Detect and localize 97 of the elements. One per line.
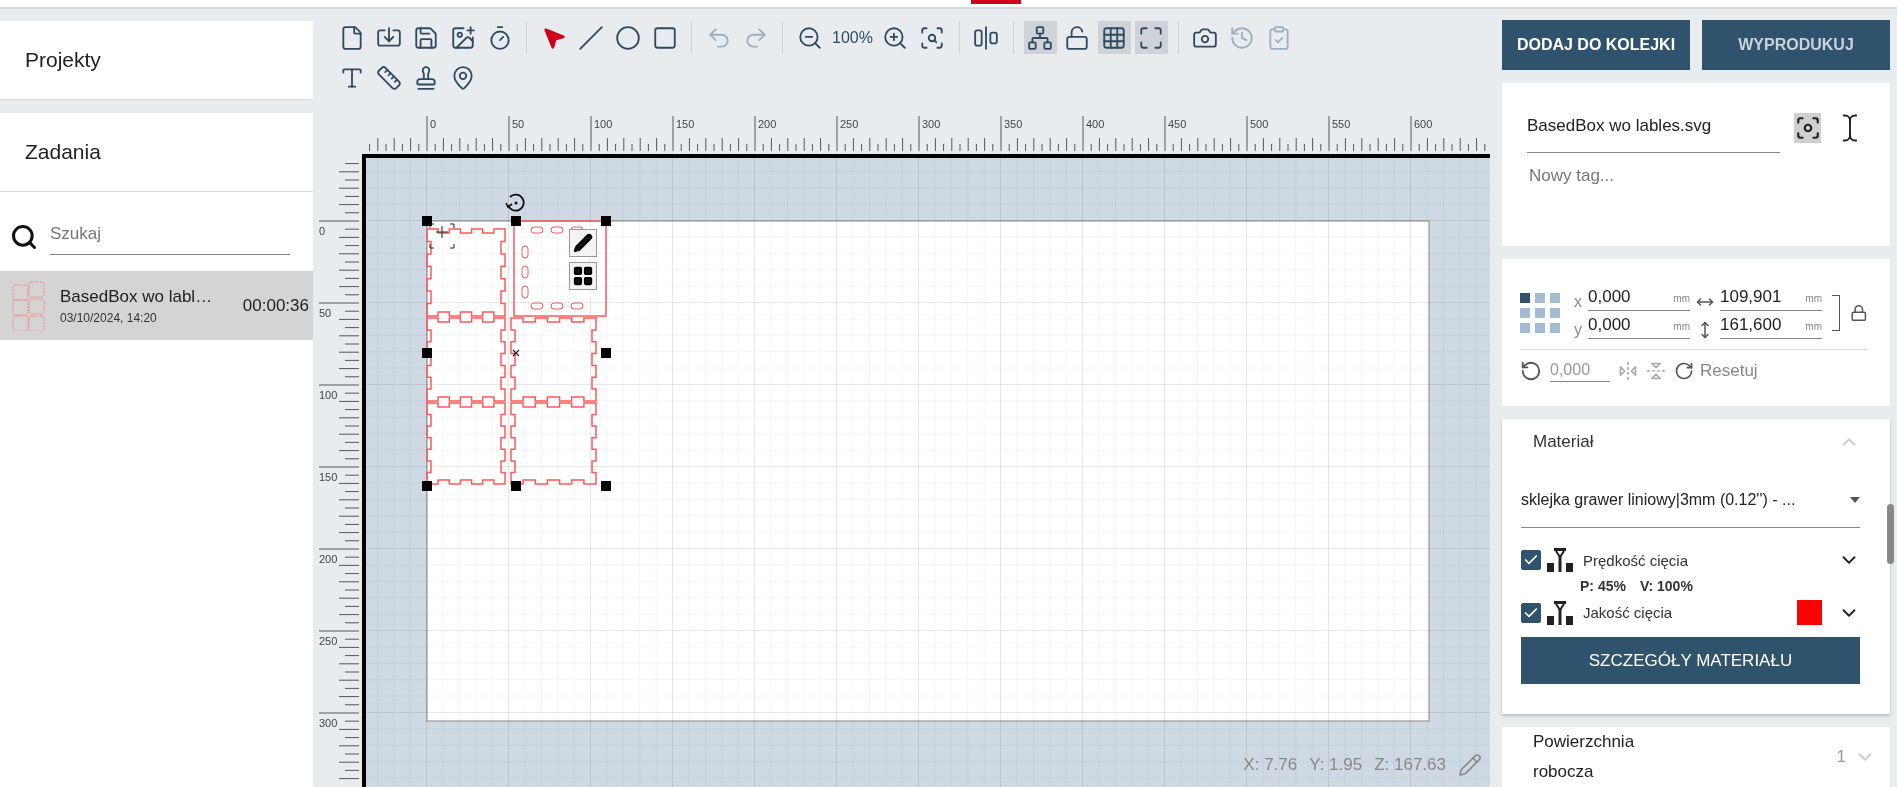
file-name[interactable]: BasedBox wo lables.svg: [1527, 113, 1781, 153]
work-surface-count: 1: [1836, 747, 1846, 767]
ruler-icon: [375, 64, 402, 91]
color-swatch[interactable]: [1797, 600, 1822, 626]
produce-button[interactable]: WYPRODUKUJ: [1702, 20, 1890, 70]
material-dropdown[interactable]: sklejka grawer liniowy|3mm (0.12'') - ...: [1521, 461, 1860, 529]
ruler-label: 200: [758, 117, 777, 130]
arrange-button[interactable]: [569, 261, 597, 290]
job-item[interactable]: BasedBox wo labl… 03/10/2024, 14:20 00:00:36: [0, 271, 313, 340]
coordinate-readout: X: 7.76: [1243, 755, 1298, 775]
laser-head-icon: [1547, 548, 1573, 573]
layout-button[interactable]: [1023, 21, 1057, 55]
y-label: y: [1574, 321, 1582, 339]
selection-handle[interactable]: [601, 480, 611, 491]
grid-icon: [572, 264, 594, 287]
zoom-out-icon: [796, 24, 823, 51]
laser-head-icon: [1547, 600, 1573, 625]
param-label: Jakość cięcia: [1582, 604, 1674, 622]
ruler-label: 100: [319, 388, 338, 401]
ruler-label: 100: [594, 117, 613, 130]
projects-header[interactable]: Projekty: [0, 21, 313, 100]
crop-corner-icon: [429, 223, 455, 249]
rectangle-icon: [651, 24, 678, 51]
x-field[interactable]: 0,000 mm: [1588, 287, 1690, 311]
align-icon: [973, 24, 1000, 51]
ruler-label: 150: [319, 470, 338, 483]
job-date: 03/10/2024, 14:20: [60, 310, 158, 325]
ruler-label: 600: [1414, 117, 1433, 130]
work-surface-title: Powierzchnia robocza: [1533, 731, 1636, 783]
active-indicator: [971, 0, 1021, 4]
edit-button[interactable]: [569, 228, 597, 257]
ruler-label: 200: [319, 552, 338, 565]
param-label: Prędkość cięcia: [1582, 551, 1690, 569]
grid-icon: [1101, 24, 1128, 51]
save-icon: [412, 24, 439, 51]
rotate-icon: [1520, 360, 1542, 382]
ruler-label: 50: [512, 117, 525, 130]
link-bracket: [1832, 295, 1841, 331]
ruler-label: 50: [319, 306, 332, 319]
add-to-queue-button[interactable]: DODAJ DO KOLEJKI: [1502, 20, 1690, 70]
selection-handle[interactable]: [511, 480, 521, 491]
scrollbar-thumb[interactable]: [1887, 504, 1894, 564]
material-title: Materiał: [1533, 432, 1594, 453]
coordinate-readout: Z: 167.63: [1374, 755, 1446, 775]
dropdown-caret-icon: [1850, 497, 1860, 504]
ruler-label: 300: [922, 117, 941, 130]
width-field[interactable]: 109,901 mm: [1720, 287, 1822, 311]
ruler-label: 450: [1168, 117, 1187, 130]
box-lid[interactable]: [513, 220, 607, 317]
param-detail: P: 45%: [1580, 578, 1626, 595]
material-details-button[interactable]: SZCZEGÓŁY MATERIAŁU: [1521, 637, 1860, 685]
zoom-level: 100%: [831, 28, 874, 47]
ruler-label: 400: [1086, 117, 1105, 130]
rotate-handle-icon[interactable]: [505, 193, 525, 212]
zoom-in-icon: [882, 24, 909, 51]
selection-handle[interactable]: [601, 215, 611, 226]
height-field[interactable]: 161,600 mm: [1720, 315, 1822, 339]
job-duration: 00:00:36: [242, 295, 309, 316]
dashed-circle-icon: [1794, 115, 1821, 141]
ruler-label: 250: [319, 634, 338, 647]
pencil-icon: [573, 232, 593, 253]
selection-handle[interactable]: [422, 480, 432, 491]
circle-icon: [614, 24, 641, 51]
search-icon: [10, 222, 38, 251]
history-icon: [1229, 24, 1256, 51]
ruler-label: 550: [1332, 117, 1351, 130]
ruler-label: 0: [319, 224, 326, 237]
selection-handle[interactable]: [422, 347, 432, 358]
ruler-label: 350: [1004, 117, 1023, 130]
selection-handle[interactable]: [601, 347, 611, 358]
fit-button[interactable]: [1134, 21, 1168, 55]
outline-mode-button[interactable]: [1794, 113, 1821, 143]
coordinate-readout: Y: 1.95: [1309, 755, 1363, 775]
param-checkbox[interactable]: [1521, 550, 1541, 571]
lock-icon: [1064, 24, 1091, 51]
center-mark-icon: [512, 349, 520, 357]
fit-icon: [1138, 24, 1165, 51]
line-icon: [577, 24, 604, 51]
selection-handle[interactable]: [422, 215, 432, 226]
job-thumbnail: [12, 280, 46, 331]
ruler-label: 250: [840, 117, 859, 130]
y-field[interactable]: 0,000 mm: [1588, 315, 1690, 339]
param-checkbox[interactable]: [1521, 602, 1541, 623]
ruler-label: 500: [1250, 117, 1269, 130]
reset-icon: [1674, 361, 1694, 381]
x-label: x: [1574, 293, 1582, 311]
reset-button[interactable]: Resetuj: [1674, 361, 1758, 381]
zoom-fit-icon: [919, 24, 946, 51]
param-detail: V: 100%: [1639, 578, 1693, 595]
rotation-field[interactable]: 0,000: [1550, 360, 1610, 382]
grid-button[interactable]: [1097, 21, 1131, 55]
ruler-label: 150: [676, 117, 695, 130]
ruler-label: 300: [319, 716, 338, 729]
job-name: BasedBox wo labl…: [60, 286, 214, 307]
ruler-label: 0: [430, 117, 437, 130]
add-image-icon: [449, 24, 476, 51]
selection-handle[interactable]: [511, 215, 521, 226]
